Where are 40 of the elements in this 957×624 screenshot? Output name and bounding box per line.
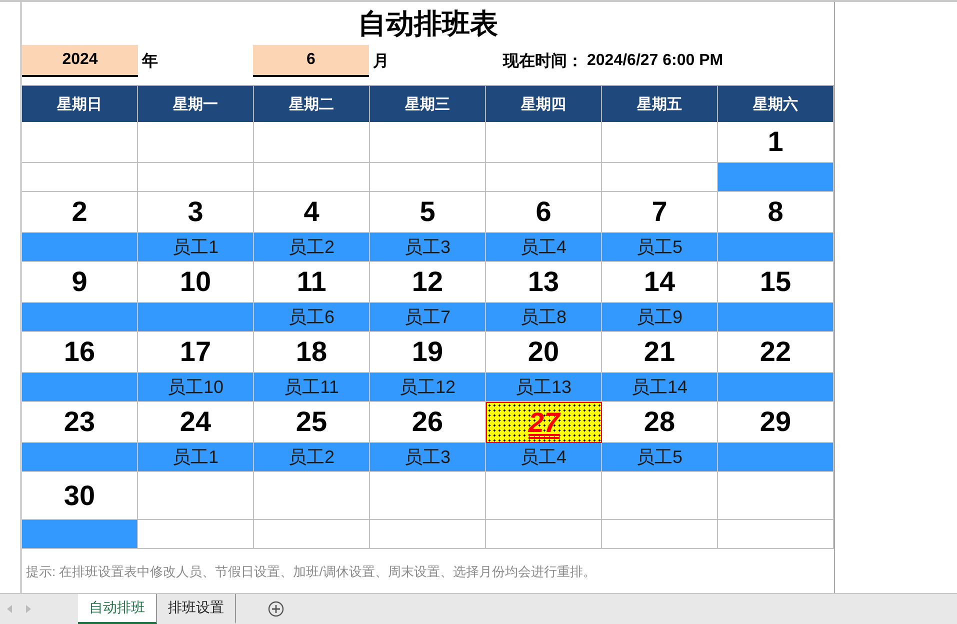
staff-name: 员工6 <box>254 303 370 332</box>
hint-text: 提示: 在排班设置表中修改人员、节假日设置、加班/调休设置、周末设置、选择月份均会进行重排。 <box>26 563 597 581</box>
weekday-cell: 星期日 <box>22 86 138 122</box>
staff-name: 员工1 <box>138 443 254 472</box>
staff-name: 员工13 <box>486 373 602 402</box>
staff-name: 员工2 <box>254 443 370 472</box>
staff-name: 员工11 <box>254 373 370 402</box>
month-label: 月 <box>372 52 389 72</box>
weekday-cell: 星期二 <box>254 86 370 122</box>
staff-name: 员工3 <box>370 233 486 262</box>
staff-name: 员工9 <box>602 303 718 332</box>
add-sheet-icon[interactable] <box>268 601 284 617</box>
sheet-tab[interactable]: 排班设置 <box>157 594 236 624</box>
staff-name: 员工10 <box>138 373 254 402</box>
staff-name: 员工5 <box>602 233 718 262</box>
staff-name: 员工7 <box>370 303 486 332</box>
sheet-tab[interactable]: 自动排班 <box>78 594 157 624</box>
weekday-cell: 星期三 <box>370 86 486 122</box>
year-label: 年 <box>140 52 158 72</box>
staff-name: 员工3 <box>370 443 486 472</box>
weekday-cell: 星期六 <box>718 86 834 122</box>
weekday-cell: 星期一 <box>138 86 254 122</box>
staff-name: 员工8 <box>486 303 602 332</box>
staff-name: 员工1 <box>138 233 254 262</box>
current-time-label: 现在时间： <box>502 52 583 72</box>
current-time-value: 2024/6/27 6:00 PM <box>586 51 724 71</box>
sheet-title: 自动排班表 <box>357 6 499 40</box>
staff-name: 员工5 <box>602 443 718 472</box>
today-cell: 27 <box>486 402 602 443</box>
staff-name: 员工14 <box>602 373 718 402</box>
weekday-cell: 星期五 <box>602 86 718 122</box>
staff-name: 员工4 <box>486 443 602 472</box>
year-cell[interactable]: 2024 <box>22 45 138 77</box>
month-cell[interactable]: 6 <box>253 45 369 77</box>
staff-name: 员工4 <box>486 233 602 262</box>
staff-name: 员工12 <box>370 373 486 402</box>
scroll-right-icon[interactable] <box>26 605 31 613</box>
staff-name: 员工2 <box>254 233 370 262</box>
weekday-cell: 星期四 <box>486 86 602 122</box>
scroll-left-icon[interactable] <box>7 605 12 613</box>
